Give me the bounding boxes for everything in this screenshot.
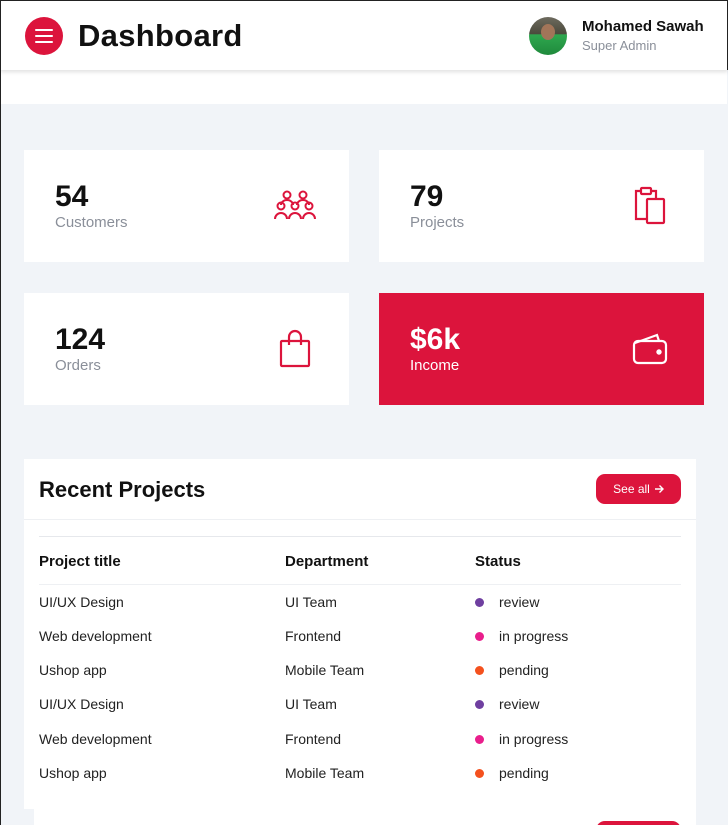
column-header-status[interactable]: Status — [475, 553, 521, 570]
hamburger-menu-icon-bar — [35, 41, 53, 43]
stat-card-income[interactable]: $6k Income — [379, 293, 704, 405]
stat-value: 79 — [410, 180, 444, 213]
avatar-face — [541, 24, 555, 40]
header-spacer — [1, 70, 727, 104]
top-bar: Dashboard Mohamed Sawah Super Admin — [0, 0, 728, 70]
stat-value: $6k — [410, 323, 461, 356]
table-row[interactable]: Web development Frontend in progress — [24, 731, 696, 765]
status-cell: review — [499, 696, 540, 712]
department-cell: Mobile Team — [285, 662, 365, 678]
divider — [39, 584, 681, 585]
department-cell: Mobile Team — [285, 765, 365, 781]
recent-projects-header: Recent Projects See all — [24, 459, 696, 520]
status-dot-icon — [475, 666, 484, 675]
see-all-button[interactable]: See all — [596, 474, 681, 504]
users-group-icon — [273, 184, 317, 228]
window-edge — [0, 0, 1, 825]
department-cell: Frontend — [285, 628, 342, 644]
wallet-icon — [628, 327, 672, 371]
shopping-bag-icon — [273, 327, 317, 371]
project-title-cell: Ushop app — [39, 662, 107, 678]
next-panel-edge — [34, 805, 696, 825]
arrow-right-icon — [654, 485, 664, 493]
status-dot-icon — [475, 769, 484, 778]
column-header-project-title[interactable]: Project title — [39, 553, 121, 570]
stat-value: 124 — [55, 323, 106, 356]
column-header-department[interactable]: Department — [285, 553, 368, 570]
table-row[interactable]: Ushop app Mobile Team pending — [24, 662, 696, 696]
project-title-cell: Web development — [39, 731, 152, 747]
stat-card-projects[interactable]: 79 Projects — [379, 150, 704, 262]
stat-card-customers[interactable]: 54 Customers — [24, 150, 349, 262]
project-title-cell: Web development — [39, 628, 152, 644]
stat-value: 54 — [55, 180, 89, 213]
see-all-label: See all — [613, 482, 650, 496]
department-cell: UI Team — [285, 696, 337, 712]
table-row[interactable]: Ushop app Mobile Team pending — [24, 765, 696, 799]
hamburger-menu-icon — [35, 29, 53, 31]
department-cell: Frontend — [285, 731, 342, 747]
status-cell: in progress — [499, 731, 569, 747]
stat-label: Income — [410, 357, 460, 374]
status-dot-icon — [475, 632, 484, 641]
user-name[interactable]: Mohamed Sawah — [582, 18, 704, 35]
user-role: Super Admin — [582, 38, 657, 53]
stat-label: Customers — [55, 214, 128, 231]
divider — [39, 536, 681, 537]
table-row[interactable]: UI/UX Design UI Team review — [24, 594, 696, 628]
clipboard-icon — [628, 184, 672, 228]
recent-projects-title: Recent Projects — [39, 477, 206, 502]
stat-label: Orders — [55, 357, 101, 374]
status-cell: review — [499, 594, 540, 610]
status-cell: pending — [499, 662, 549, 678]
stat-card-orders[interactable]: 124 Orders — [24, 293, 349, 405]
status-dot-icon — [475, 598, 484, 607]
status-cell: in progress — [499, 628, 569, 644]
table-row[interactable]: Web development Frontend in progress — [24, 628, 696, 662]
department-cell: UI Team — [285, 594, 337, 610]
page-title: Dashboard — [78, 18, 243, 53]
menu-toggle-button[interactable] — [25, 17, 63, 55]
project-title-cell: UI/UX Design — [39, 594, 124, 610]
project-title-cell: Ushop app — [39, 765, 107, 781]
stat-label: Projects — [410, 214, 465, 231]
status-cell: pending — [499, 765, 549, 781]
project-title-cell: UI/UX Design — [39, 696, 124, 712]
recent-projects-panel: Recent Projects See all Project title De… — [24, 459, 696, 809]
status-dot-icon — [475, 700, 484, 709]
avatar[interactable] — [529, 17, 567, 55]
table-row[interactable]: UI/UX Design UI Team review — [24, 696, 696, 730]
next-panel-button[interactable] — [596, 821, 681, 825]
hamburger-menu-icon-bar — [35, 35, 53, 37]
status-dot-icon — [475, 735, 484, 744]
